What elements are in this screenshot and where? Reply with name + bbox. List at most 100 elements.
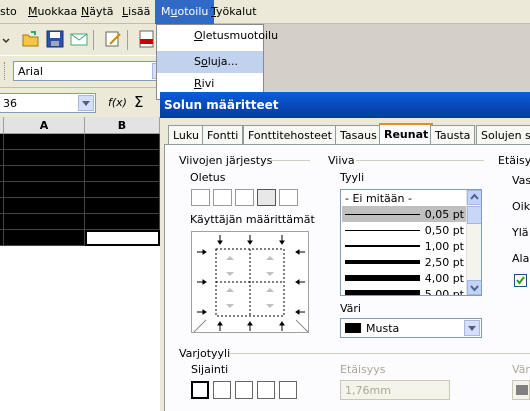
preset-none-button[interactable] [191,189,210,206]
line-style-option[interactable]: 0,50 pt [342,222,467,238]
toolbar-separator [127,30,128,50]
line-style-label: 0,50 pt [424,224,464,237]
formula-bar: 36 f(x) Σ [0,87,160,117]
table-cell[interactable] [4,230,85,246]
chevron-down-icon[interactable] [78,95,94,111]
email-icon[interactable] [70,30,88,48]
user-defined-border-preview[interactable] [191,231,309,333]
border-preview-diagram[interactable] [192,232,310,334]
line-color-label: Väri [340,302,361,315]
column-header-a[interactable]: A [4,117,85,134]
scroll-down-button[interactable] [467,280,481,295]
shadow-bottom-left-button[interactable] [257,381,275,399]
line-heading: Viiva [328,154,355,167]
line-color-select[interactable]: Musta [340,318,482,338]
column-header-b[interactable]: B [85,117,160,134]
line-sample [345,245,420,247]
line-style-label: 5,00 pt [424,288,464,296]
shadow-distance-field[interactable]: 1,76mm [340,380,450,400]
preset-box-button[interactable] [213,189,232,206]
preset-box-all-button[interactable] [257,189,276,206]
table-cell[interactable] [4,166,85,182]
line-arrangement-heading: Viivojen järjestys [179,154,273,167]
tab-number[interactable]: Luku [168,125,204,144]
format-menu-dropdown: Oletusmuotoilu Soluja... Rivi [156,24,278,100]
scroll-up-button[interactable] [467,190,481,205]
spacing-heading: Etäisyy [498,154,530,167]
chevron-down-icon[interactable] [2,32,10,50]
spacing-bottom-label: Ala [512,252,530,265]
sum-button[interactable]: Σ [134,93,143,111]
table-cell[interactable] [4,134,85,150]
scroll-thumb[interactable] [467,206,481,224]
name-box[interactable]: 36 [0,93,96,113]
line-style-option[interactable]: 0,05 pt [342,206,467,222]
table-cell[interactable] [85,214,160,230]
preset-box-horizontal-button[interactable] [235,189,254,206]
line-sample [345,230,420,231]
function-wizard-button[interactable]: f(x) [108,96,127,109]
table-cell[interactable] [85,230,160,246]
tab-borders[interactable]: Reunat [379,123,434,145]
table-cell[interactable] [4,214,85,230]
tab-alignment[interactable]: Tasaus [335,125,382,144]
line-style-label: Tyyli [340,171,365,184]
spacing-right-label: Oik [512,200,530,213]
menu-file[interactable]: sto [0,5,17,18]
menu-tools[interactable]: Työkalut [211,5,257,18]
line-style-option[interactable]: - Ei mitään - [342,190,467,206]
tab-font-effects[interactable]: Fonttitehosteet [243,125,337,144]
line-sample [345,260,420,264]
separator [356,160,484,161]
line-style-label: 4,00 pt [424,272,464,285]
table-cell[interactable] [85,134,160,150]
line-sample [345,290,420,295]
font-name-combo[interactable]: Arial [13,61,168,81]
tab-cell-protection[interactable]: Solujen su [476,125,530,144]
preset-outer-inner-button[interactable] [279,189,298,206]
shadow-top-right-button[interactable] [235,381,253,399]
menu-edit[interactable]: Muokkaa [28,5,77,18]
spreadsheet-grid[interactable]: A B [0,117,160,411]
spacing-top-label: Ylä [512,226,529,239]
tab-font[interactable]: Fontti [202,125,244,144]
shadow-color-select[interactable] [512,380,530,400]
table-cell[interactable] [85,150,160,166]
cell-reference: 36 [3,97,17,110]
menu-item-cells[interactable]: Soluja... [157,51,263,73]
export-pdf-icon[interactable] [138,30,156,48]
open-folder-icon[interactable] [22,30,40,48]
font-name-value: Arial [18,65,43,78]
line-style-scrollbar[interactable] [466,190,481,295]
menu-format[interactable]: Muotoilu [155,0,215,24]
tab-background[interactable]: Tausta [430,125,476,144]
shadow-position-label: Sijainti [191,363,229,376]
dialog-title: Solun määritteet [160,92,530,118]
chevron-down-icon[interactable] [464,320,480,336]
table-cell[interactable] [85,198,160,214]
save-icon[interactable] [46,30,64,48]
table-cell[interactable] [4,182,85,198]
table-cell[interactable] [4,198,85,214]
edit-file-icon[interactable] [104,30,122,48]
line-style-option[interactable]: 5,00 pt [342,286,467,296]
color-swatch [516,385,528,395]
cell-attributes-dialog: Solun määritteet Luku Fontti Fonttitehos… [160,92,530,411]
shadow-top-left-button[interactable] [279,381,297,399]
synchronize-checkbox[interactable] [514,274,527,287]
menu-insert[interactable]: Lisää [122,5,150,18]
table-cell[interactable] [4,150,85,166]
separator [230,353,530,354]
table-cell[interactable] [85,182,160,198]
table-cell[interactable] [85,166,160,182]
toolbar-grip [4,62,7,80]
menu-view[interactable]: Näytä [81,5,114,18]
line-style-list[interactable]: - Ei mitään - 0,05 pt 0,50 pt 1,00 pt 2,… [340,189,482,296]
shadow-bottom-right-button[interactable] [213,381,231,399]
line-style-option[interactable]: 1,00 pt [342,238,467,254]
line-style-option[interactable]: 4,00 pt [342,270,467,286]
shadow-none-button[interactable] [191,381,209,399]
line-style-option[interactable]: 2,50 pt [342,254,467,270]
menu-item-default-formatting[interactable]: Oletusmuotoilu [157,25,278,47]
line-sample [345,275,420,281]
